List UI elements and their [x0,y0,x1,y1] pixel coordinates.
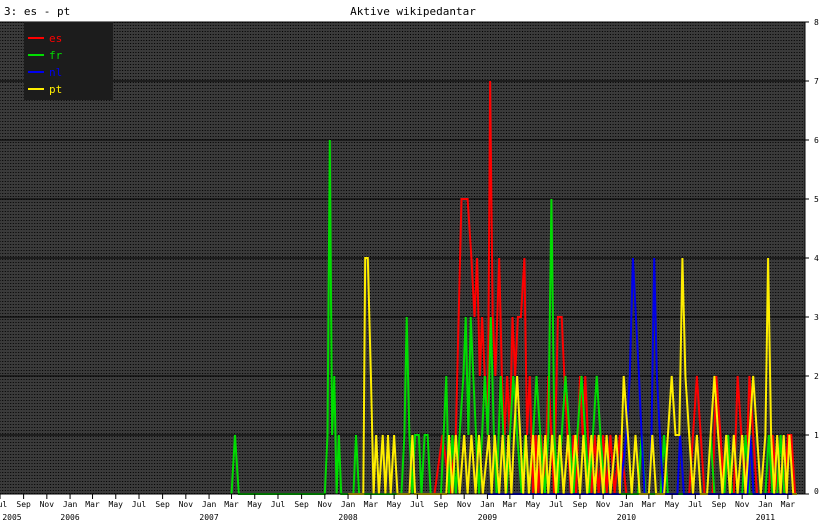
y-tick-label: 5 [814,195,819,204]
x-tick-label: Jan [619,500,634,509]
y-tick-label: 6 [814,136,819,145]
x-tick-label: May [526,500,541,509]
x-tick-label: May [665,500,680,509]
legend: es fr nl pt [24,22,113,100]
x-tick-label: Sep [573,500,588,509]
x-year-label: 2006 [60,513,79,522]
y-tick-label: 4 [814,254,819,263]
x-tick-label: Mar [85,500,100,509]
x-year-label: 2007 [199,513,218,522]
x-tick-label: Jan [63,500,78,509]
x-tick-label: May [109,500,124,509]
legend-label-es: es [49,32,62,45]
x-tick-label: Mar [781,500,796,509]
x-tick-label: Nov [40,500,55,509]
x-tick-label: Mar [364,500,379,509]
x-tick-label: Nov [457,500,472,509]
x-tick-label: Sep [155,500,170,509]
x-tick-label: Nov [179,500,194,509]
chart-title: Aktive wikipedantar [350,5,476,18]
x-tick-label: May [248,500,263,509]
y-tick-label: 3 [814,313,819,322]
legend-label-nl: nl [49,66,62,79]
line-chart: 3: es - pt Aktive wikipedantar 0 1 2 3 4 5 6 7 8… [0,0,827,525]
x-tick-label: May [387,500,402,509]
y-tick-label: 1 [814,431,819,440]
x-tick-label: Nov [596,500,611,509]
legend-label-pt: pt [49,83,62,96]
x-tick-label: Jul [410,500,425,509]
y-tick-label: 7 [814,77,819,86]
corner-label: 3: es - pt [4,5,70,18]
x-tick-label: Nov [318,500,333,509]
x-tick-label: Jan [758,500,773,509]
x-tick-label: Mar [503,500,518,509]
x-tick-label: Jan [480,500,495,509]
x-year-label: 2011 [756,513,775,522]
x-tick-label: Mar [224,500,239,509]
legend-label-fr: fr [49,49,63,62]
x-tick-label: Jul [132,500,147,509]
x-year-label: 2009 [478,513,497,522]
x-tick-label: Sep [16,500,31,509]
x-year-label: 2005 [2,513,21,522]
x-tick-label: Jan [202,500,217,509]
x-tick-label: Sep [434,500,449,509]
y-tick-label: 0 [814,487,819,496]
x-year-label: 2010 [617,513,636,522]
x-tick-label: Mar [642,500,657,509]
x-tick-label: Jul [549,500,564,509]
x-tick-label: Jul [0,500,7,509]
x-tick-label: Jan [341,500,356,509]
x-tick-label: Sep [294,500,309,509]
x-year-label: 2008 [338,513,357,522]
y-tick-label: 8 [814,18,819,27]
x-tick-label: Nov [735,500,750,509]
y-tick-label: 2 [814,372,819,381]
x-tick-label: Jul [688,500,703,509]
x-tick-label: Jul [271,500,286,509]
x-tick-label: Sep [712,500,727,509]
